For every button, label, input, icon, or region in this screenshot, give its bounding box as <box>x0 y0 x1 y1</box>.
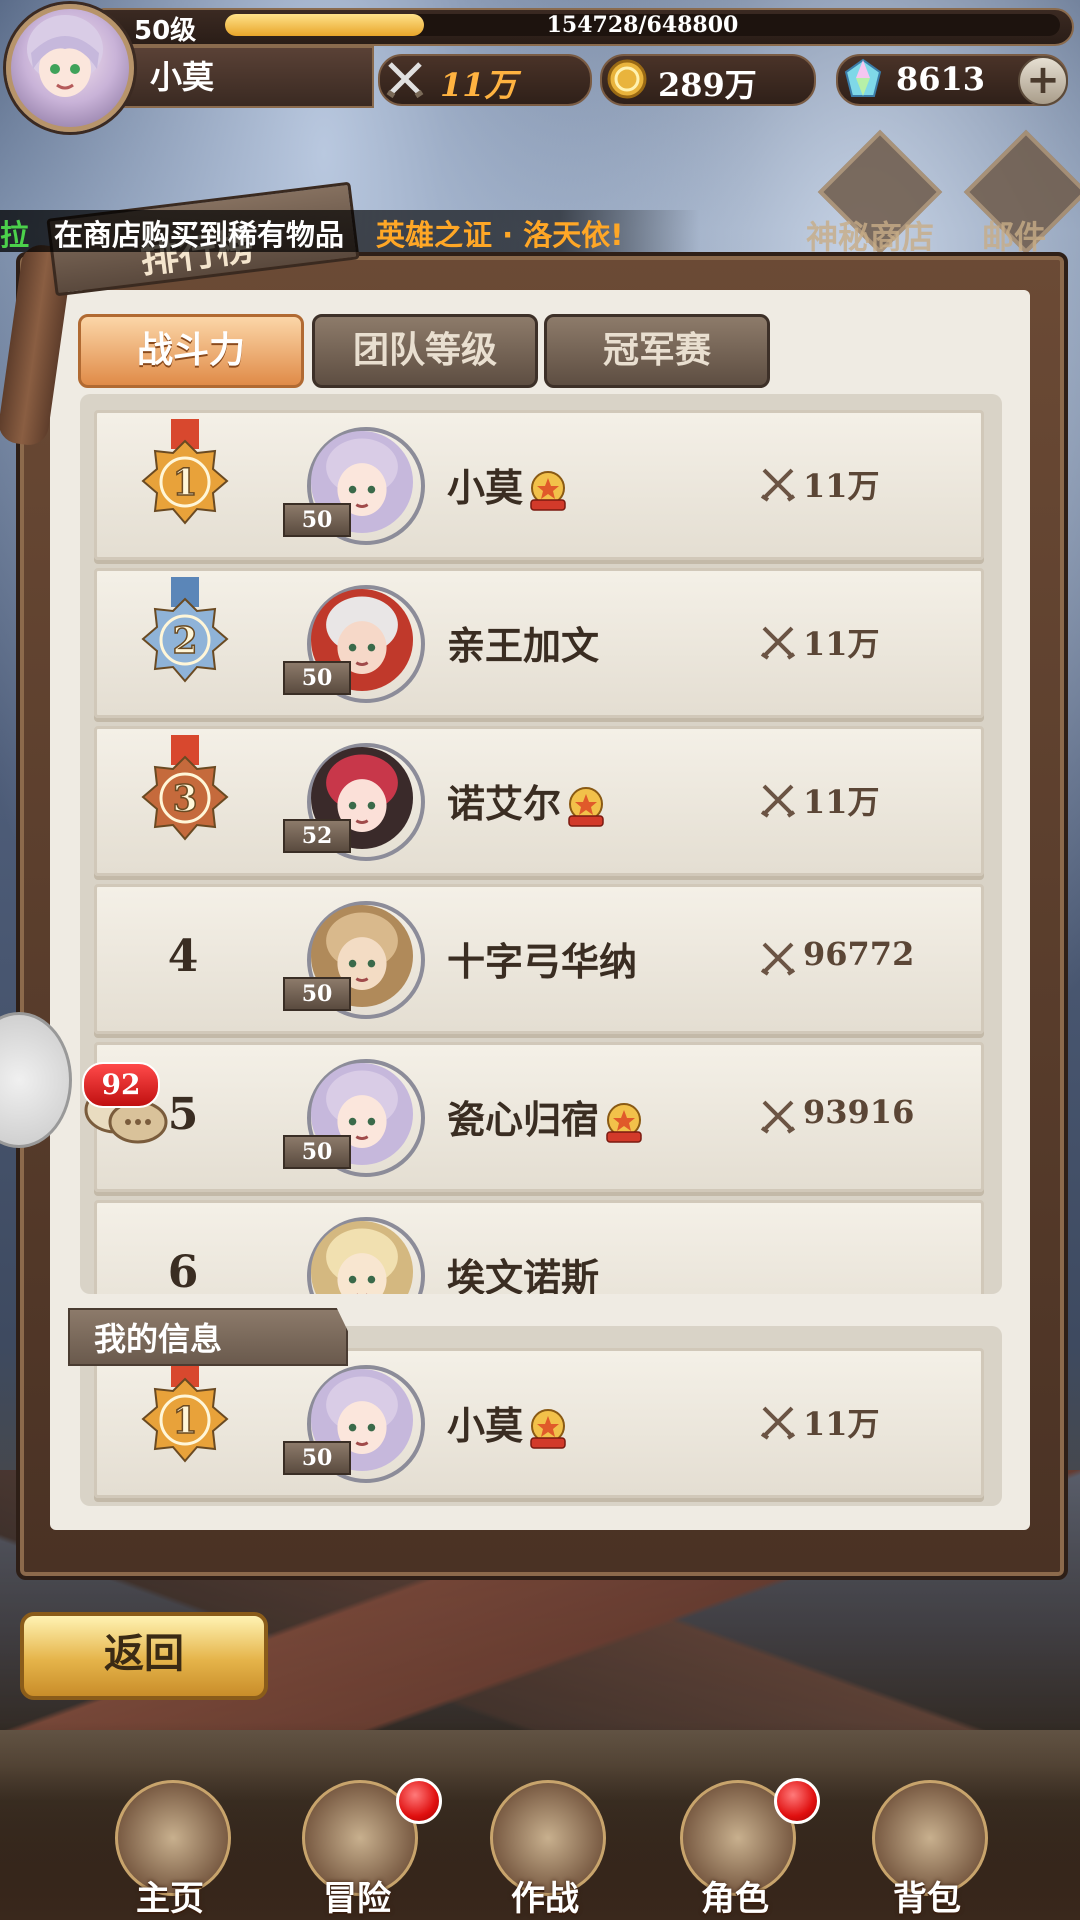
player-name-wrap: 诺艾尔 <box>447 773 609 830</box>
nav-item-0[interactable]: 主页 <box>95 1780 245 1920</box>
player-name: 诺艾尔 <box>447 782 562 826</box>
player-power: 11万 <box>803 1405 880 1443</box>
notification-dot-icon <box>774 1778 820 1824</box>
ranking-row[interactable]: 1 50 小莫 11万 <box>94 1348 984 1498</box>
nav-item-3[interactable]: 角色 <box>660 1778 820 1920</box>
player-avatar[interactable] <box>307 1217 425 1294</box>
gold-value: 289万 <box>658 66 757 104</box>
ranking-list[interactable]: 1 50 小莫 11万 2 50 亲王加文 11万 3 52 诺艾尔 11万 4… <box>80 394 1002 1294</box>
avatar-level-badge: 50 <box>283 1441 351 1475</box>
crown-badge-icon <box>568 786 604 827</box>
player-name: 小莫 <box>447 1404 524 1448</box>
crown-badge-icon <box>530 1408 566 1449</box>
ranking-row[interactable]: 1 50 小莫 11万 <box>94 410 984 560</box>
crown-badge-icon <box>606 1102 642 1143</box>
nav-label: 作战 <box>511 1879 579 1919</box>
xp-bar: 154728/648800 <box>225 12 1060 38</box>
medal-number: 2 <box>172 620 197 662</box>
my-info-label: 我的信息 <box>94 1320 223 1358</box>
tab-combat-power[interactable]: 战斗力 <box>78 314 304 388</box>
notification-dot-icon <box>396 1778 442 1824</box>
player-name: 亲王加文 <box>447 624 600 668</box>
player-power: 11万 <box>803 467 880 505</box>
crossed-swords-icon <box>760 1100 796 1134</box>
medal-number: 1 <box>172 462 197 504</box>
crossed-swords-icon <box>760 468 796 502</box>
ranking-row[interactable]: 4 50 十字弓华纳 96772 <box>94 884 984 1034</box>
top-bar: 50级 154728/648800 小莫 11万 289万 8613 + <box>0 0 1080 132</box>
medal-number: 1 <box>172 1400 197 1442</box>
player-name: 小莫 <box>447 466 524 510</box>
player-name: 瓷心归宿 <box>447 1098 600 1142</box>
avatar-level-badge: 50 <box>283 503 351 537</box>
ranking-row[interactable]: 5 50 瓷心归宿 93916 <box>94 1042 984 1192</box>
power-resource: 11万 <box>378 54 592 106</box>
rank-1-medal-icon: 1 <box>141 1357 229 1463</box>
add-gems-button[interactable]: + <box>1018 56 1068 106</box>
marquee-prefix: 拉 <box>0 218 30 252</box>
player-name-wrap: 小莫 <box>447 1395 571 1452</box>
player-name-wrap: 亲王加文 <box>447 615 599 670</box>
player-name: 十字弓华纳 <box>447 940 638 984</box>
player-name-wrap: 埃文诺斯 <box>447 1247 599 1294</box>
tab-team-level[interactable]: 团队等级 <box>312 314 538 388</box>
nav-label: 主页 <box>136 1879 204 1919</box>
gem-value: 8613 <box>896 60 986 98</box>
crossed-swords-icon <box>760 784 796 818</box>
xp-text: 154728/648800 <box>546 12 739 38</box>
rank-1-medal-icon: 1 <box>141 419 229 525</box>
nav-item-4[interactable]: 背包 <box>852 1780 1002 1920</box>
tab-championship[interactable]: 冠军赛 <box>544 314 770 388</box>
player-level: 50级 <box>134 16 197 46</box>
player-power: 93916 <box>803 1093 915 1131</box>
rank-number: 6 <box>167 1247 199 1294</box>
rank-number: 4 <box>167 931 199 982</box>
player-power: 11万 <box>803 625 880 663</box>
rank-2-medal-icon: 2 <box>141 577 229 683</box>
avatar-level-badge: 50 <box>283 661 351 695</box>
avatar-level-badge: 52 <box>283 819 351 853</box>
player-name: 埃文诺斯 <box>447 1256 600 1294</box>
nav-label: 角色 <box>701 1879 769 1919</box>
chat-unread-badge: 92 <box>82 1062 160 1108</box>
avatar-level-badge: 50 <box>283 977 351 1011</box>
avatar-level-badge: 50 <box>283 1135 351 1169</box>
ranking-row[interactable]: 6 埃文诺斯 <box>94 1200 984 1294</box>
avatar-art <box>311 1221 413 1294</box>
nav-label: 背包 <box>893 1879 961 1919</box>
nav-item-2[interactable]: 作战 <box>470 1780 620 1920</box>
ranking-row[interactable]: 2 50 亲王加文 11万 <box>94 568 984 718</box>
power-value: 11万 <box>440 66 517 104</box>
player-name: 小莫 <box>150 58 215 96</box>
marquee-item: 英雄之证 · 洛天依! <box>376 218 624 252</box>
ranking-row[interactable]: 3 52 诺艾尔 11万 <box>94 726 984 876</box>
nav-label: 冒险 <box>323 1879 391 1919</box>
medal-number: 3 <box>172 778 197 820</box>
crossed-swords-icon <box>760 626 796 660</box>
gold-coin-icon <box>607 59 647 99</box>
player-avatar[interactable] <box>6 4 134 132</box>
player-avatar-art <box>27 15 103 97</box>
player-power: 11万 <box>803 783 880 821</box>
crossed-swords-icon <box>760 1406 796 1440</box>
player-name-wrap: 小莫 <box>447 457 571 514</box>
gold-resource: 289万 <box>600 54 816 106</box>
nav-item-1[interactable]: 冒险 <box>282 1778 442 1920</box>
marquee-message: 在商店购买到稀有物品 <box>54 218 345 252</box>
announcement-marquee: 拉 在商店购买到稀有物品 英雄之证 · 洛天依! <box>0 210 700 252</box>
crossed-swords-icon <box>386 62 424 99</box>
player-name-wrap: 十字弓华纳 <box>447 931 637 986</box>
crystal-gem-icon <box>844 58 882 97</box>
player-name-wrap: 瓷心归宿 <box>447 1089 647 1146</box>
rank-3-medal-icon: 3 <box>141 735 229 841</box>
player-power: 96772 <box>803 935 915 973</box>
back-button[interactable]: 返回 <box>20 1612 268 1700</box>
crown-badge-icon <box>530 470 566 511</box>
crossed-swords-icon <box>760 942 796 976</box>
